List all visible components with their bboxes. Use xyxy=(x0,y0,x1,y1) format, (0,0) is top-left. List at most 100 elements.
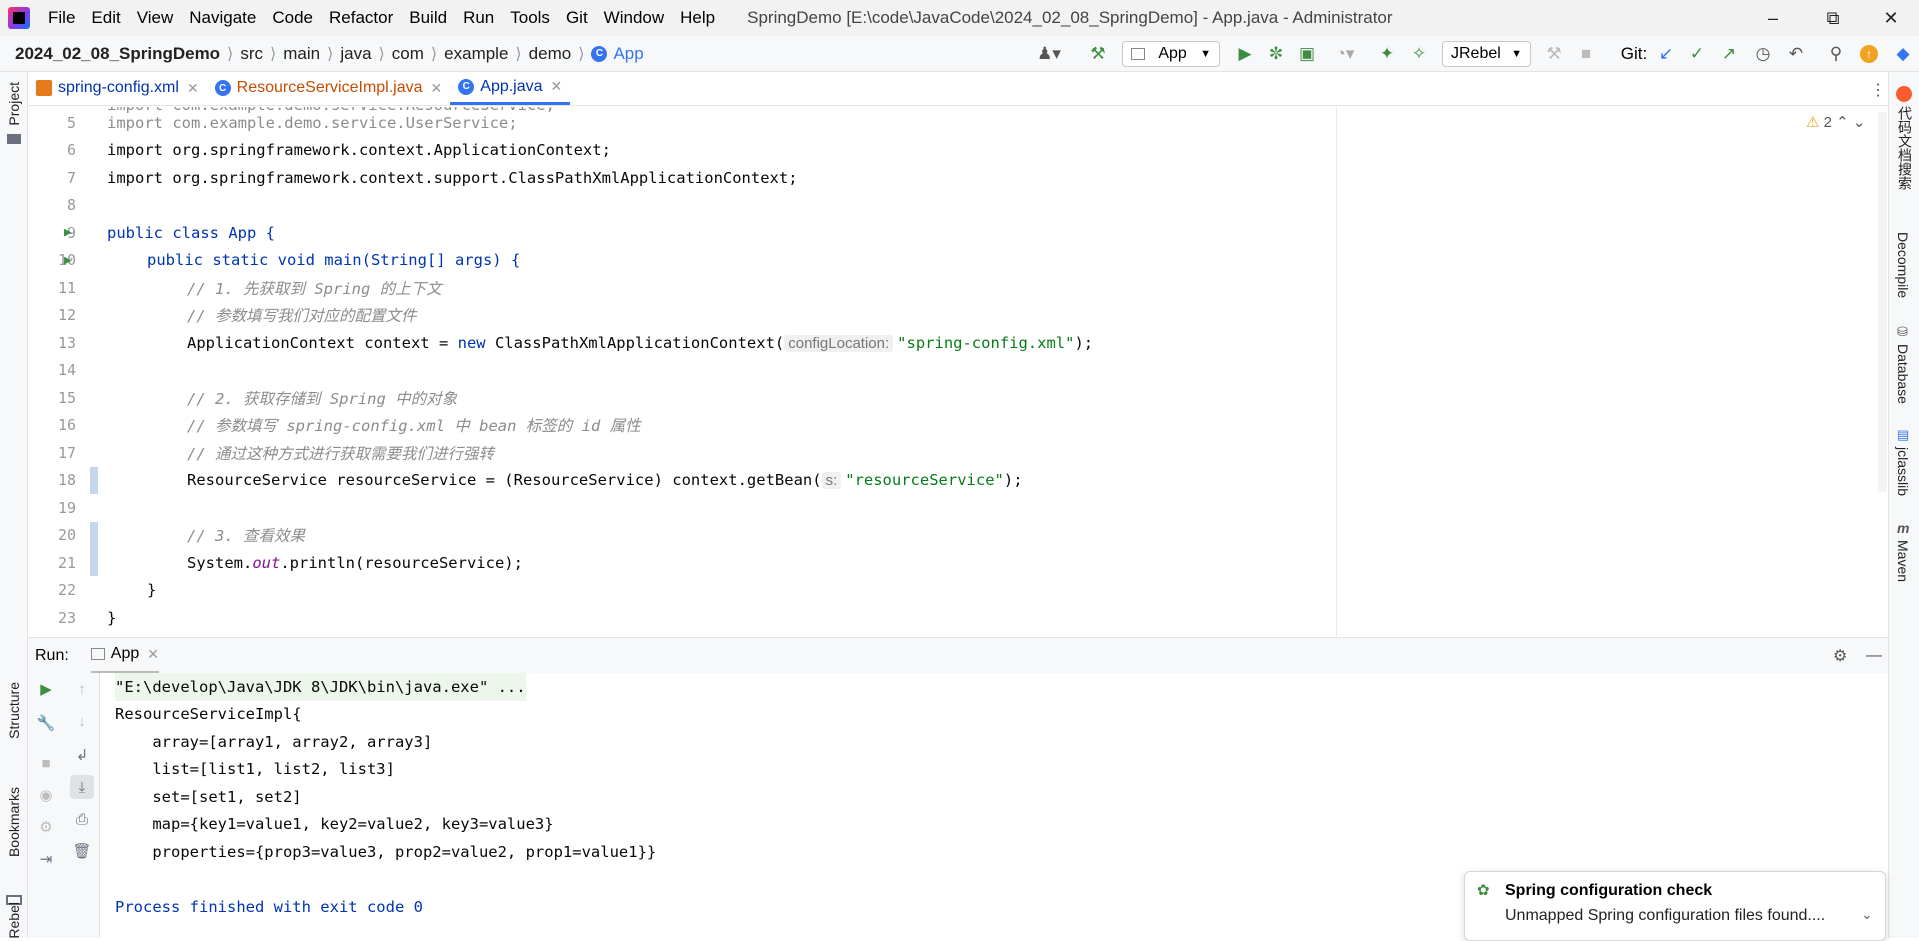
chevron-down-icon[interactable]: ⌄ xyxy=(1861,906,1873,923)
code-line: 11// 1. 先获取到 Spring 的上下文 xyxy=(57,278,442,298)
jrebel-run-icon[interactable]: ✦ xyxy=(1376,42,1398,66)
tab-resource-service-impl[interactable]: C ResourceServiceImpl.java ✕ xyxy=(207,71,451,105)
menu-code[interactable]: Code xyxy=(272,8,313,28)
jrebel-select[interactable]: JRebel ▼ xyxy=(1442,41,1531,67)
run-tab-app[interactable]: App ✕ xyxy=(90,638,159,674)
line-21-code: System.out.println(resourceService); xyxy=(187,553,523,572)
profile-icon[interactable]: ◔▾ xyxy=(1328,42,1362,66)
settings-gear-icon[interactable]: ⚙ xyxy=(1833,646,1847,666)
run-tab-label: App xyxy=(110,645,140,662)
hide-panel-icon[interactable]: — xyxy=(1866,647,1882,665)
project-panel-tab[interactable]: Project xyxy=(6,82,22,126)
run-gutter-icon[interactable]: ▶ xyxy=(64,225,72,240)
breadcrumb-example[interactable]: example xyxy=(444,44,508,64)
tab-spring-config[interactable]: spring-config.xml ✕ xyxy=(28,71,207,105)
menu-build[interactable]: Build xyxy=(409,8,447,28)
breadcrumb-java[interactable]: java xyxy=(340,44,371,64)
stop-icon: ■ xyxy=(41,754,51,772)
history-icon[interactable]: ◷ xyxy=(1752,42,1774,66)
menu-navigate[interactable]: Navigate xyxy=(189,8,256,28)
code-line: 16// 参数填写 spring-config.xml 中 bean 标签的 i… xyxy=(57,416,641,436)
breadcrumb-demo[interactable]: demo xyxy=(529,44,572,64)
menu-file[interactable]: File xyxy=(48,8,75,28)
coverage-icon[interactable]: ▣ xyxy=(1296,42,1318,66)
close-icon[interactable]: ✕ xyxy=(431,80,443,97)
class-icon: C xyxy=(591,45,608,62)
maven-panel-tab[interactable]: Maven xyxy=(1895,540,1911,582)
more-tabs-icon[interactable]: ⋮ xyxy=(1870,80,1886,100)
class-icon: C xyxy=(458,78,475,95)
exit-icon[interactable]: ⇥ xyxy=(36,849,56,869)
menu-edit[interactable]: Edit xyxy=(91,8,120,28)
breadcrumb-com[interactable]: com xyxy=(392,44,424,64)
app-config-icon xyxy=(1131,48,1145,60)
restore-icon[interactable]: ⧉ xyxy=(1804,0,1862,36)
scroll-to-end-icon[interactable]: ⤓ xyxy=(70,775,94,799)
run-icon[interactable]: ▶ xyxy=(1234,42,1256,66)
trash-icon[interactable]: 🗑 xyxy=(72,841,92,861)
spring-leaf-icon: ✿ xyxy=(1477,882,1490,899)
jetbrains-toolbox-icon[interactable]: ◆ xyxy=(1892,42,1914,66)
breadcrumb-project[interactable]: 2024_02_08_SpringDemo xyxy=(15,44,220,64)
update-icon[interactable]: ↑ xyxy=(1858,42,1880,66)
debug-icon[interactable]: ✼ xyxy=(1265,42,1287,66)
jrebel-debug-icon[interactable]: ✧ xyxy=(1408,42,1430,66)
menu-refactor[interactable]: Refactor xyxy=(329,8,393,28)
breadcrumb-app[interactable]: App xyxy=(613,44,643,64)
close-window-icon[interactable]: ✕ xyxy=(1862,0,1919,36)
structure-panel-tab[interactable]: Structure xyxy=(6,682,22,739)
git-push-icon[interactable]: ↗ xyxy=(1718,42,1740,66)
breadcrumb-main[interactable]: main xyxy=(283,44,320,64)
code-editor[interactable]: import com.example.demo.service.Resource… xyxy=(28,107,1888,637)
print-icon[interactable]: ⎙ xyxy=(72,809,92,829)
param-hint: configLocation: xyxy=(784,334,894,352)
stop-icon: ■ xyxy=(1580,44,1592,63)
code-line: 21 System.out.println(resourceService); xyxy=(28,549,1888,577)
soft-wrap-icon[interactable]: ↲ xyxy=(72,745,92,765)
run-gutter-icon[interactable]: ▶ xyxy=(64,253,72,268)
intellij-logo-icon[interactable] xyxy=(8,7,30,29)
rerun-icon[interactable]: ▶ xyxy=(36,679,56,699)
run-label: Run: xyxy=(35,646,69,664)
menu-window[interactable]: Window xyxy=(604,8,664,28)
menu-git[interactable]: Git xyxy=(566,8,588,28)
close-icon[interactable]: ✕ xyxy=(187,80,199,97)
close-icon[interactable]: ✕ xyxy=(551,78,563,95)
search-icon[interactable]: ⚲ xyxy=(1825,42,1847,66)
jrebel-label: JRebel xyxy=(1451,45,1501,62)
bookmarks-panel-tab[interactable]: Bookmarks xyxy=(6,787,22,857)
menu-tools[interactable]: Tools xyxy=(510,8,550,28)
chevron-right-icon: ⟩ xyxy=(269,45,277,63)
code-line: 12// 参数填写我们对应的配置文件 xyxy=(57,306,417,326)
menu-view[interactable]: View xyxy=(137,8,174,28)
run-toolbar-secondary: ↑ ↓ ↲ ⤓ ⎙ 🗑 xyxy=(64,673,100,938)
inspection-widget[interactable]: ⚠ 2 ⌃ ⌄ xyxy=(1806,113,1865,131)
close-icon[interactable]: ✕ xyxy=(147,646,159,663)
wrench-icon[interactable]: 🔧 xyxy=(36,713,56,733)
menu-help[interactable]: Help xyxy=(680,8,715,28)
menu-run[interactable]: Run xyxy=(463,8,494,28)
user-icon[interactable]: ♟▾ xyxy=(1034,42,1064,66)
rollback-icon[interactable]: ↶ xyxy=(1785,42,1807,66)
decompile-panel-tab[interactable]: Decompile xyxy=(1895,232,1911,298)
console-line: properties={prop3=value3, prop2=value2, … xyxy=(115,842,657,861)
code-line: 17// 通过这种方式进行获取需要我们进行强转 xyxy=(57,443,494,463)
jclasslib-panel-tab[interactable]: jclasslib xyxy=(1895,447,1911,496)
build-hammer-icon[interactable]: ⚒ xyxy=(1087,42,1109,66)
editor-scrollbar[interactable] xyxy=(1878,112,1887,492)
rebel-panel-tab[interactable]: Rebel xyxy=(6,902,22,939)
run-config-select[interactable]: App ▼ xyxy=(1122,41,1220,67)
minimize-icon[interactable]: – xyxy=(1744,0,1802,36)
code-line: 9 ▶ public class App { xyxy=(64,223,275,242)
spring-config-notification[interactable]: ✿ Spring configuration check Unmapped Sp… xyxy=(1464,871,1886,941)
doc-search-panel-tab[interactable]: 代码文档搜索 xyxy=(1895,106,1915,190)
database-panel-tab[interactable]: Database xyxy=(1895,344,1911,404)
breadcrumb-src[interactable]: src xyxy=(240,44,263,64)
notification-body[interactable]: Unmapped Spring configuration files foun… xyxy=(1505,907,1825,925)
git-update-icon[interactable]: ↙ xyxy=(1655,42,1677,66)
git-commit-icon[interactable]: ✓ xyxy=(1686,42,1708,66)
maven-icon: m xyxy=(1897,520,1910,536)
console-line: Process finished with exit code 0 xyxy=(115,897,423,916)
tab-app-java[interactable]: C App.java ✕ xyxy=(450,71,571,105)
code-line: 13 ApplicationContext context = new Clas… xyxy=(57,333,1094,352)
